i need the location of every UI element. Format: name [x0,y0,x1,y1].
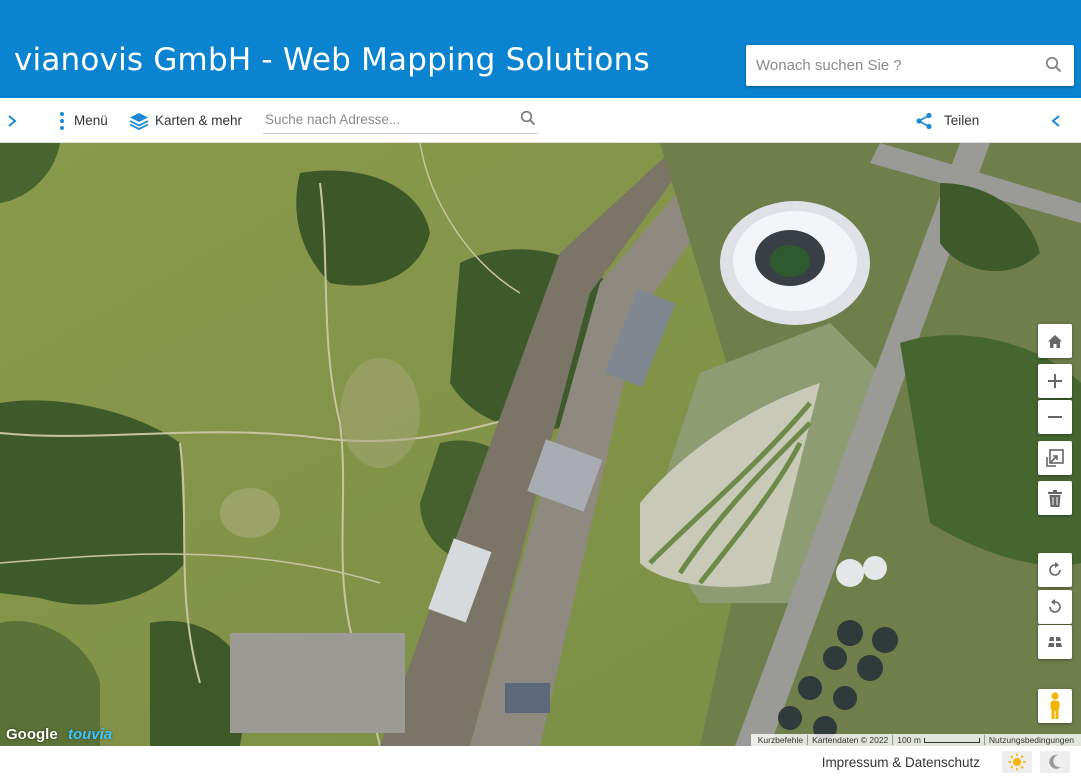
zoom-out-icon [1048,416,1062,418]
global-search-box[interactable] [746,45,1074,86]
map-attribution: Kurzbefehle Kartendaten © 2022 100 m Nut… [750,734,1081,746]
tilt-button[interactable] [1038,625,1072,659]
map-data-text: Kartendaten © 2022 [812,735,889,745]
layers-icon [129,112,149,130]
rotate-right-icon [1049,562,1061,576]
toolbar: Menü Karten & mehr Teilen [0,98,1081,143]
collapse-right-panel-button[interactable] [1050,98,1064,143]
imprint-link[interactable]: Impressum & Datenschutz [822,755,980,770]
rotate-left-button[interactable] [1038,590,1072,624]
terms-link[interactable]: Nutzungsbedingungen [985,735,1078,745]
home-button[interactable] [1038,324,1072,358]
search-icon[interactable] [1045,56,1062,78]
menu-label: Menü [74,113,108,128]
scale-indicator[interactable]: 100 m [893,735,984,745]
chevron-left-icon [1051,114,1060,127]
google-logo: Google [6,726,58,743]
zoom-out-button[interactable] [1038,400,1072,434]
share-icon [916,112,932,129]
moon-icon [1049,754,1061,769]
map-view[interactable]: Google touvia Kurzbefehle Kartendaten © … [0,143,1081,746]
rotate-left-icon [1049,599,1061,613]
delete-button[interactable] [1038,481,1072,515]
zoom-in-icon [1048,374,1062,388]
zoom-in-button[interactable] [1038,364,1072,398]
rotate-right-button[interactable] [1038,553,1072,587]
maps-and-more-button[interactable]: Karten & mehr [129,98,242,143]
menu-button[interactable]: Menü [58,98,108,143]
global-search-input[interactable] [756,45,1036,86]
share-button[interactable]: Teilen [915,98,979,143]
sun-icon [1008,753,1026,771]
pegman-icon [1050,692,1060,719]
home-icon [1048,334,1062,348]
keyboard-shortcuts-link[interactable]: Kurzbefehle [754,735,807,745]
dark-mode-button[interactable] [1040,751,1070,773]
scale-label: 100 m [897,735,921,745]
kebab-menu-icon [60,111,64,130]
app-title: vianovis GmbH - Web Mapping Solutions [14,42,650,78]
export-button[interactable] [1038,441,1072,475]
street-view-button[interactable] [1038,689,1072,723]
light-mode-button[interactable] [1002,751,1032,773]
tilt-icon [1048,637,1062,647]
touvia-logo: touvia [68,726,113,743]
address-search-box[interactable] [263,106,538,134]
scale-bar [923,738,980,743]
export-icon [1046,449,1064,467]
expand-left-panel-button[interactable] [6,98,24,143]
footer: Impressum & Datenschutz [0,746,1081,779]
search-icon[interactable] [520,110,536,131]
satellite-imagery[interactable] [0,143,1081,746]
share-label: Teilen [944,113,980,128]
address-search-input[interactable] [263,106,503,132]
trash-icon [1048,489,1062,507]
app-header: vianovis GmbH - Web Mapping Solutions [0,0,1081,98]
chevron-right-icon [8,114,17,127]
maps-and-more-label: Karten & mehr [155,113,243,128]
